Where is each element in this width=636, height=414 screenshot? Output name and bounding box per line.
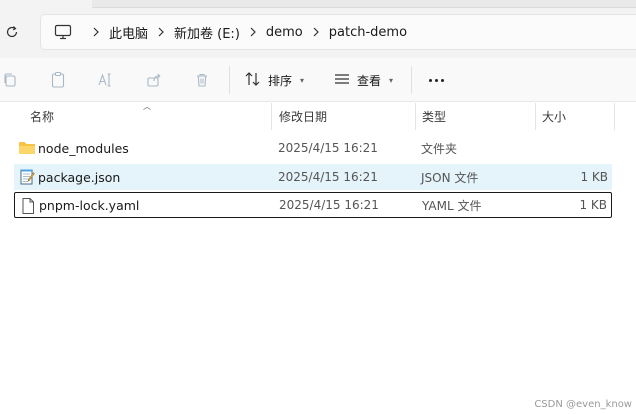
breadcrumb-label: 此电脑 (109, 26, 149, 42)
chevron-right-icon[interactable] (240, 26, 266, 38)
file-name: pnpm-lock.yaml (39, 197, 140, 213)
column-header-type[interactable]: 类型 (414, 103, 446, 130)
dot (440, 78, 444, 82)
sort-label: 排序 (268, 73, 293, 88)
paste-icon[interactable] (48, 70, 68, 90)
breadcrumb-label: demo (265, 24, 303, 40)
share-icon[interactable] (144, 70, 164, 90)
file-row-package-json[interactable]: package.json 2025/4/15 16:21 JSON 文件 1 K… (14, 164, 612, 190)
column-header-name[interactable]: 名称 (22, 103, 54, 130)
view-icon (333, 72, 351, 89)
watermark: CSDN @even_know (534, 399, 632, 410)
breadcrumb-item-pc[interactable]: 此电脑 (109, 15, 148, 49)
file-name: node_modules (38, 140, 129, 156)
chevron-right-icon[interactable] (83, 26, 109, 38)
breadcrumb-item-drive[interactable]: 新加卷 (E:) (174, 15, 240, 49)
breadcrumb-label: patch-demo (328, 24, 408, 40)
copy-icon[interactable] (0, 70, 20, 90)
file-type: JSON 文件 (421, 170, 479, 185)
dot (434, 78, 438, 82)
file-size: 1 KB (580, 170, 608, 184)
view-button[interactable]: 查看 ▾ (333, 68, 393, 92)
command-bar: 排序 ▾ 查看 ▾ (0, 58, 636, 102)
rename-icon[interactable] (96, 70, 116, 90)
chevron-right-icon[interactable] (148, 26, 174, 38)
column-header-size[interactable]: 大小 (534, 103, 566, 130)
breadcrumb-item-demo[interactable]: demo (266, 15, 303, 49)
file-row-pnpm-lock[interactable]: pnpm-lock.yaml 2025/4/15 16:21 YAML 文件 1… (14, 192, 612, 218)
refresh-icon[interactable] (2, 22, 22, 42)
view-label: 查看 (357, 73, 382, 88)
file-row-node-modules[interactable]: node_modules 2025/4/15 16:21 文件夹 (14, 135, 612, 161)
file-size: 1 KB (579, 198, 607, 212)
breadcrumb-label: 新加卷 (E:) (174, 26, 240, 42)
file-date: 2025/4/15 16:21 (278, 170, 378, 184)
folder-icon (18, 139, 36, 157)
toolbar-divider (411, 66, 412, 94)
sort-ascending-icon: ︿ (143, 102, 151, 111)
toolbar-divider (229, 66, 230, 94)
dot (428, 78, 432, 82)
notepad-file-icon (18, 168, 36, 186)
column-header-label: 类型 (422, 110, 447, 124)
address-bar-area: 此电脑 新加卷 (E:) demo patch-demo (0, 0, 636, 58)
address-box[interactable]: 此电脑 新加卷 (E:) demo patch-demo (40, 14, 636, 50)
file-name: package.json (38, 169, 121, 185)
sort-button[interactable]: 排序 ▾ (244, 68, 304, 92)
column-header-label: 修改日期 (279, 110, 328, 124)
delete-icon[interactable] (192, 70, 212, 90)
tab-strip (92, 0, 636, 8)
column-header-date[interactable]: 修改日期 (271, 103, 327, 130)
file-type: 文件夹 (421, 141, 458, 156)
blank-file-icon (19, 197, 37, 215)
sort-icon (244, 71, 262, 90)
more-options-button[interactable] (424, 70, 448, 90)
chevron-down-icon: ▾ (300, 75, 305, 85)
breadcrumb-item-current[interactable]: patch-demo (329, 15, 407, 49)
computer-icon[interactable] (53, 24, 73, 40)
file-date: 2025/4/15 16:21 (278, 141, 378, 155)
file-type: YAML 文件 (422, 198, 482, 213)
column-divider[interactable] (614, 103, 615, 130)
file-date: 2025/4/15 16:21 (279, 198, 379, 212)
column-header-row: ︿ 名称 修改日期 类型 大小 (0, 102, 636, 130)
column-header-label: 名称 (30, 110, 55, 124)
chevron-right-icon[interactable] (303, 26, 329, 38)
column-header-label: 大小 (542, 110, 567, 124)
chevron-down-icon: ▾ (389, 75, 394, 85)
